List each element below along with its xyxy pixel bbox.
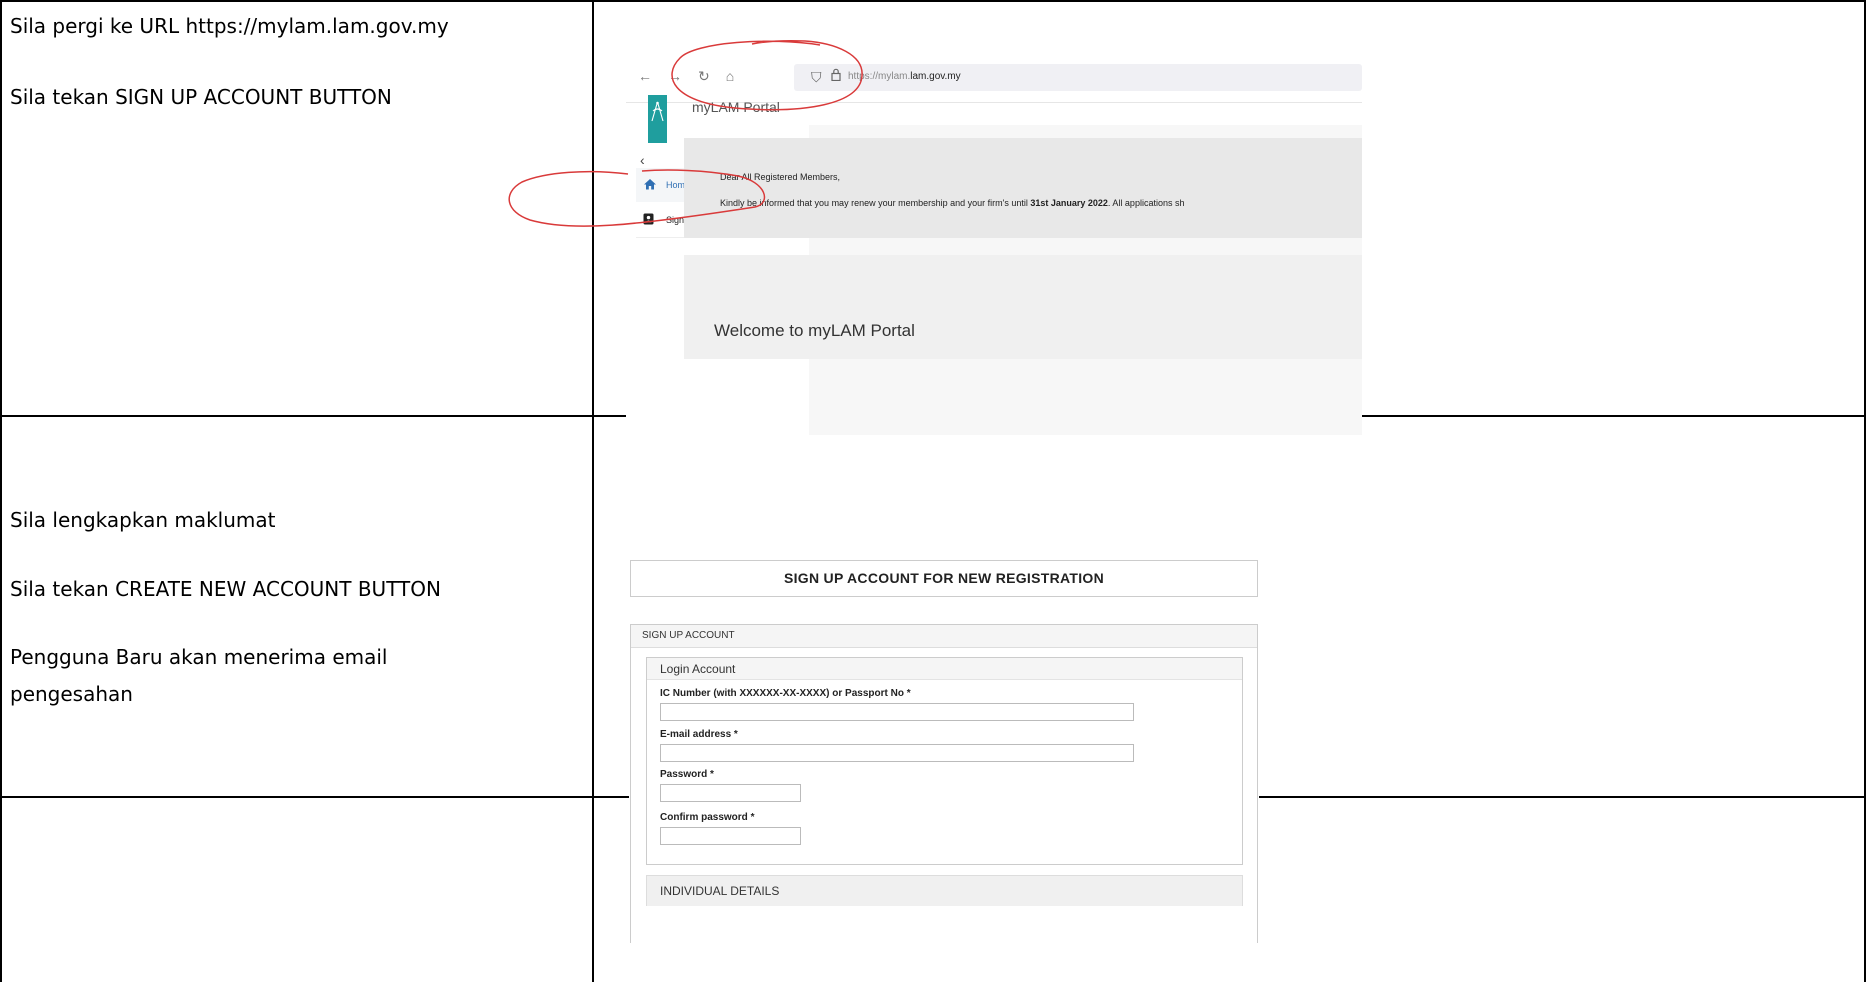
- browser-nav: ← → ↻ ⌂: [638, 68, 734, 88]
- fieldset-legend: Login Account: [647, 658, 1242, 680]
- instruction-confirmation-email-cont: pengesahan: [10, 682, 133, 706]
- table-border-top: [0, 0, 1866, 2]
- signup-form-screenshot: SIGN UP ACCOUNT FOR NEW REGISTRATION SIG…: [629, 559, 1259, 943]
- individual-details-section: INDIVIDUAL DETAILS: [646, 875, 1243, 906]
- home-icon: [643, 177, 657, 193]
- ic-number-input[interactable]: [660, 703, 1134, 721]
- form-title: SIGN UP ACCOUNT FOR NEW REGISTRATION: [783, 570, 1105, 586]
- confirm-password-label: Confirm password *: [660, 812, 755, 823]
- panel-heading: SIGN UP ACCOUNT: [631, 625, 1257, 648]
- shield-icon: ⛉: [811, 69, 822, 85]
- collapse-sidebar-icon[interactable]: ‹: [640, 152, 645, 168]
- section-title: INDIVIDUAL DETAILS: [660, 884, 780, 898]
- instruction-press-signup: Sila tekan SIGN UP ACCOUNT BUTTON: [10, 85, 392, 109]
- portal-screenshot: ← → ↻ ⌂ ⛉ https://mylam.lam.gov.my myLAM…: [626, 55, 1362, 435]
- forward-arrow-icon[interactable]: →: [668, 68, 682, 88]
- address-bar[interactable]: ⛉ https://mylam.lam.gov.my: [794, 64, 1362, 91]
- contact-card-icon: [643, 212, 654, 228]
- panel-title: SIGN UP ACCOUNT: [642, 630, 735, 641]
- instruction-complete-details: Sila lengkapkan maklumat: [10, 508, 276, 532]
- home-icon[interactable]: ⌂: [726, 68, 734, 88]
- welcome-panel: Welcome to myLAM Portal: [684, 255, 1362, 359]
- confirm-password-field[interactable]: [660, 827, 801, 845]
- email-label: E-mail address *: [660, 729, 738, 740]
- signup-panel: SIGN UP ACCOUNT Login Account IC Number …: [630, 624, 1258, 943]
- back-arrow-icon[interactable]: ←: [638, 68, 652, 88]
- lock-icon: [831, 68, 841, 84]
- welcome-heading: Welcome to myLAM Portal: [714, 321, 915, 340]
- email-field[interactable]: [660, 744, 1134, 762]
- password-label: Password *: [660, 769, 714, 780]
- instruction-confirmation-email: Pengguna Baru akan menerima email: [10, 645, 388, 669]
- reload-icon[interactable]: ↻: [698, 68, 710, 88]
- announcement-greeting: Dear All Registered Members,: [720, 172, 841, 182]
- table-border-left: [0, 0, 2, 982]
- url-text[interactable]: https://mylam.lam.gov.my: [848, 71, 961, 82]
- form-header: SIGN UP ACCOUNT FOR NEW REGISTRATION: [630, 560, 1258, 597]
- table-column-divider: [592, 0, 594, 982]
- login-account-fieldset: Login Account IC Number (with XXXXXX-XX-…: [646, 657, 1243, 865]
- announcement-body: Kindly be informed that you may renew yo…: [720, 198, 1185, 208]
- portal-title: myLAM Portal: [692, 99, 780, 115]
- instruction-press-create-account: Sila tekan CREATE NEW ACCOUNT BUTTON: [10, 577, 441, 601]
- announcement-panel: Dear All Registered Members, Kindly be i…: [684, 138, 1362, 238]
- fieldset-title: Login Account: [660, 662, 736, 676]
- lam-logo: [648, 95, 667, 143]
- password-field[interactable]: [660, 784, 801, 802]
- ic-number-label: IC Number (with XXXXXX-XX-XXXX) or Passp…: [660, 688, 911, 699]
- instruction-go-to-url: Sila pergi ke URL https://mylam.lam.gov.…: [10, 14, 449, 38]
